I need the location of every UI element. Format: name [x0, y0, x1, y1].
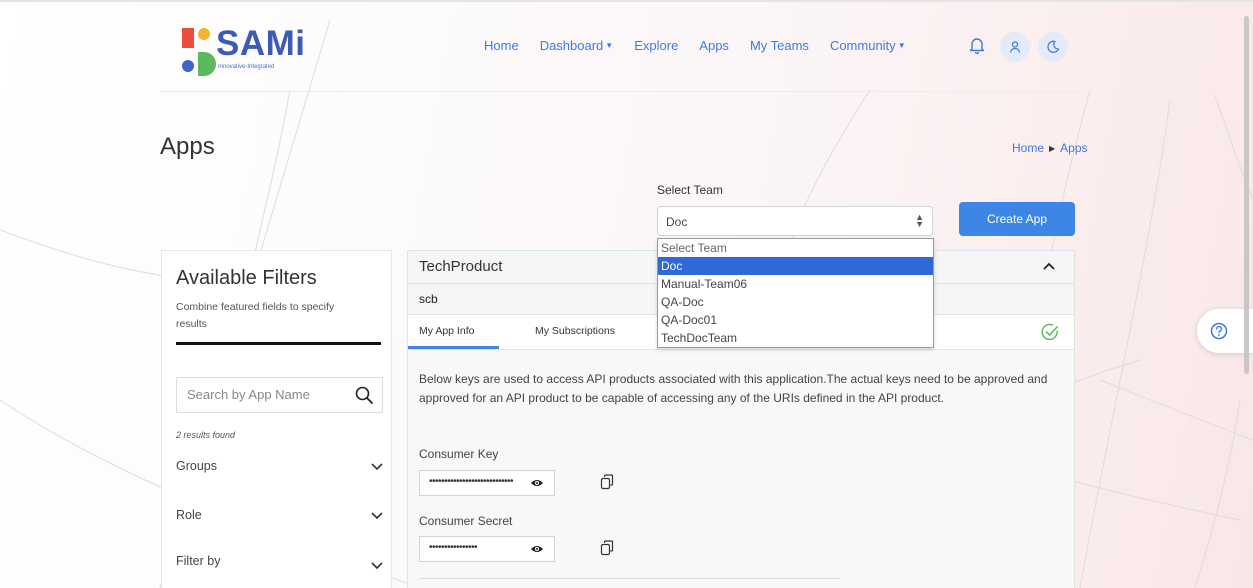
bell-icon[interactable] [968, 36, 986, 54]
create-app-button[interactable]: Create App [959, 202, 1075, 236]
consumer-secret-label: Consumer Secret [419, 514, 513, 528]
theme-toggle-button[interactable] [1038, 32, 1068, 62]
scrollbar-thumb[interactable] [1244, 16, 1249, 374]
app-info-panel: Below keys are used to access API produc… [408, 350, 1074, 588]
chevron-down-icon: ▼ [897, 41, 906, 50]
nav-dashboard-label: Dashboard [539, 38, 604, 53]
copy-icon[interactable] [600, 540, 614, 556]
consumer-secret-field[interactable]: •••••••••••••••• [419, 536, 555, 562]
nav-my-teams[interactable]: My Teams [750, 38, 809, 53]
consumer-key-field[interactable]: •••••••••••••••••••••••••••• [419, 470, 555, 496]
filters-subtitle: Combine featured fields to specify resul… [176, 301, 335, 330]
filters-panel: Available Filters Combine featured field… [161, 250, 392, 588]
chevron-down-icon [371, 562, 383, 570]
section-divider [419, 578, 841, 579]
logo-mark-icon [182, 28, 216, 76]
brand-name: SAMi [216, 24, 306, 63]
filter-role[interactable]: Role [176, 506, 384, 526]
team-select-label: Select Team [657, 183, 723, 197]
consumer-key-value: •••••••••••••••••••••••••••• [429, 476, 514, 487]
team-option[interactable]: QA-Doc [658, 293, 933, 311]
nav-home-label: Home [484, 38, 519, 53]
nav-explore[interactable]: Explore [634, 38, 678, 53]
nav-apps-label: Apps [699, 38, 729, 53]
app-search-box[interactable] [176, 377, 383, 413]
filter-by[interactable]: Filter by [176, 552, 384, 572]
brand-logo[interactable]: SAMi Innovative-Integrated [180, 22, 340, 80]
nav-explore-label: Explore [634, 38, 679, 53]
results-count: 2 results found [176, 430, 236, 440]
header-divider [160, 91, 1086, 92]
page-scrollbar[interactable] [1240, 0, 1253, 588]
consumer-key-label: Consumer Key [419, 447, 499, 461]
team-select[interactable]: Doc ▲ ▼ [657, 206, 933, 236]
chevron-up-icon[interactable] [1042, 261, 1056, 271]
active-tab-indicator [408, 346, 499, 349]
app-id: scb [419, 292, 438, 306]
filters-divider [176, 342, 381, 345]
check-circle-icon [1041, 323, 1059, 341]
filter-by-label: Filter by [176, 554, 221, 568]
nav-my-teams-label: My Teams [749, 38, 809, 53]
user-button[interactable] [1000, 32, 1030, 62]
chevron-down-icon [371, 463, 383, 471]
nav-community-label: Community [829, 38, 896, 53]
filters-title: Available Filters [176, 267, 317, 289]
nav-dashboard[interactable]: Dashboard ▼ [540, 38, 614, 53]
moon-icon [1047, 40, 1060, 53]
filter-groups-label: Groups [176, 459, 217, 473]
eye-icon[interactable] [530, 544, 544, 554]
team-option[interactable]: QA-Doc01 [658, 311, 933, 329]
team-option[interactable]: TechDocTeam [658, 329, 933, 347]
brand-tagline: Innovative-Integrated [218, 64, 275, 70]
breadcrumb: Home ▶ Apps [1012, 141, 1088, 155]
breadcrumb-current[interactable]: Apps [1060, 141, 1087, 155]
top-border [0, 0, 1253, 2]
nav-apps[interactable]: Apps [699, 38, 729, 53]
main-nav: Home Dashboard ▼ Explore Apps My Teams Co… [484, 38, 927, 53]
eye-icon[interactable] [530, 478, 544, 488]
select-arrows-icon: ▲ ▼ [915, 212, 924, 229]
user-icon [1009, 41, 1021, 53]
help-icon [1210, 322, 1228, 340]
copy-icon[interactable] [600, 474, 614, 490]
caret-right-icon: ▶ [1049, 144, 1056, 153]
breadcrumb-home[interactable]: Home [1012, 141, 1044, 155]
team-dropdown-list: Select Team Doc Manual-Team06 QA-Doc QA-… [657, 238, 934, 348]
tab-my-subscriptions[interactable]: My Subscriptions [535, 325, 615, 337]
consumer-secret-value: •••••••••••••••• [429, 542, 478, 553]
chevron-down-icon: ▼ [605, 41, 614, 50]
chevron-down-icon [371, 512, 383, 520]
filter-role-label: Role [176, 508, 202, 522]
app-name: TechProduct [419, 258, 503, 275]
team-option[interactable]: Manual-Team06 [658, 275, 933, 293]
team-select-value: Doc [666, 215, 688, 229]
app-search-input[interactable] [185, 386, 349, 403]
search-icon[interactable] [354, 385, 374, 405]
filter-groups[interactable]: Groups [176, 457, 384, 477]
page-title: Apps [160, 133, 215, 160]
team-option-selected[interactable]: Doc [658, 257, 933, 275]
nav-community[interactable]: Community ▼ [830, 38, 906, 53]
team-option[interactable]: Select Team [658, 239, 933, 257]
nav-home[interactable]: Home [484, 38, 519, 53]
keys-description: Below keys are used to access API produc… [419, 372, 1048, 405]
tab-my-app-info[interactable]: My App Info [419, 325, 474, 337]
